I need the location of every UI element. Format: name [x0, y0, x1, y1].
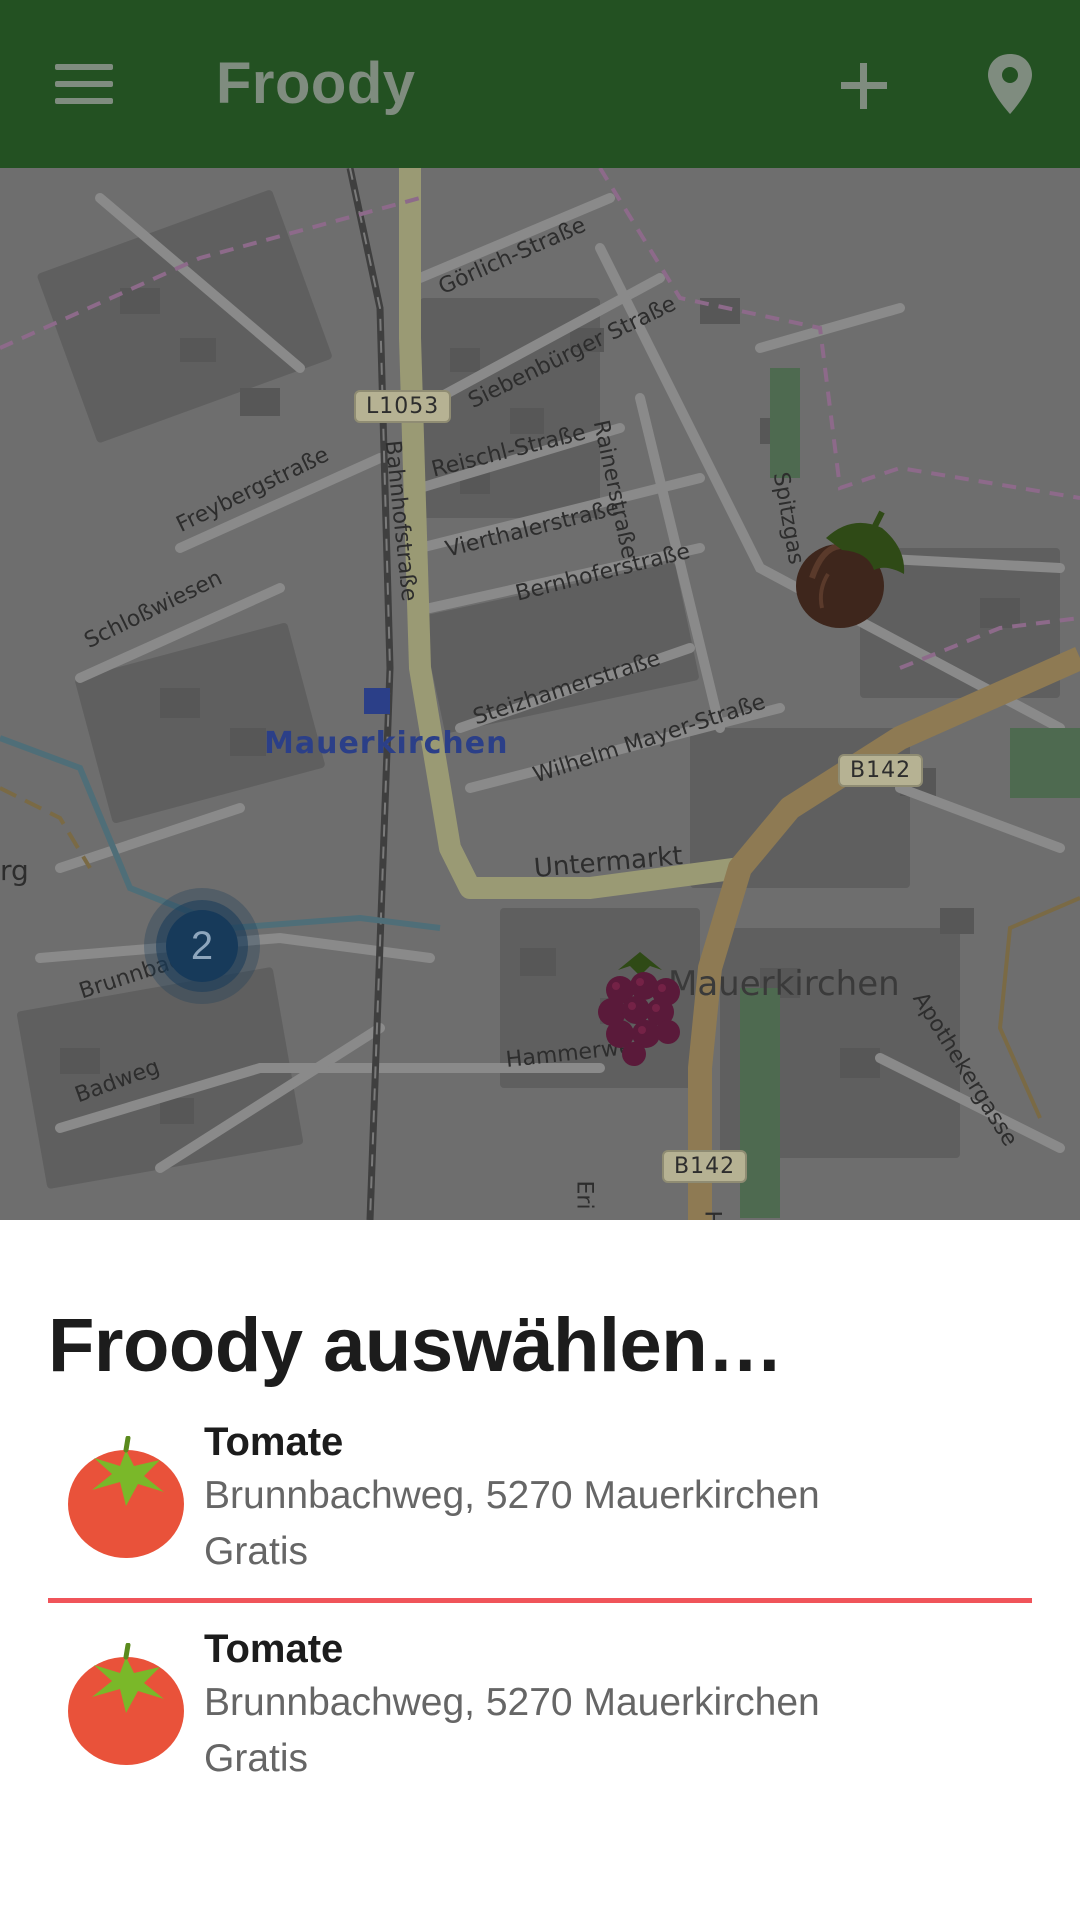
tomato-icon — [64, 1642, 188, 1767]
street-label: rg — [0, 854, 29, 887]
street-label: H — [699, 1210, 725, 1221]
road-shield: L1053 — [354, 390, 452, 423]
raspberry-marker[interactable] — [588, 946, 692, 1070]
cluster-marker[interactable]: 2 — [166, 910, 238, 982]
item-name: Tomate — [204, 1627, 344, 1671]
item-price: Gratis — [204, 1530, 309, 1573]
road-shield: B142 — [662, 1150, 748, 1183]
item-name: Tomate — [204, 1420, 344, 1464]
item-address: Brunnbachweg, 5270 Mauerkirchen — [204, 1681, 820, 1724]
hamburger-menu-icon[interactable] — [40, 44, 128, 124]
area-label: Mauerkirchen — [668, 964, 900, 1004]
app-bar: Froody — [0, 0, 1080, 168]
tomato-icon — [64, 1435, 188, 1560]
sheet-title: Froody auswählen… — [48, 1303, 783, 1388]
location-pin-icon[interactable] — [966, 44, 1054, 124]
bottom-sheet: Froody auswählen… Tomate Brunnbachweg, 5… — [0, 1220, 1080, 1920]
item-address: Brunnbachweg, 5270 Mauerkirchen — [204, 1474, 820, 1517]
town-label: Mauerkirchen — [264, 726, 509, 761]
item-price: Gratis — [204, 1737, 309, 1780]
list-item[interactable]: Tomate Brunnbachweg, 5270 Mauerkirchen G… — [48, 1623, 1032, 1819]
list-item[interactable]: Tomate Brunnbachweg, 5270 Mauerkirchen G… — [48, 1416, 1032, 1612]
road-shield: B142 — [838, 754, 924, 787]
hazelnut-marker[interactable] — [782, 508, 910, 636]
street-label: Eri — [571, 1180, 597, 1210]
plus-icon[interactable] — [820, 44, 908, 124]
selected-item-divider — [48, 1598, 1032, 1603]
app-title: Froody — [216, 51, 416, 116]
map-view[interactable]: Görlich-Straße Siebenbürger Straße Reisc… — [0, 168, 1080, 1220]
